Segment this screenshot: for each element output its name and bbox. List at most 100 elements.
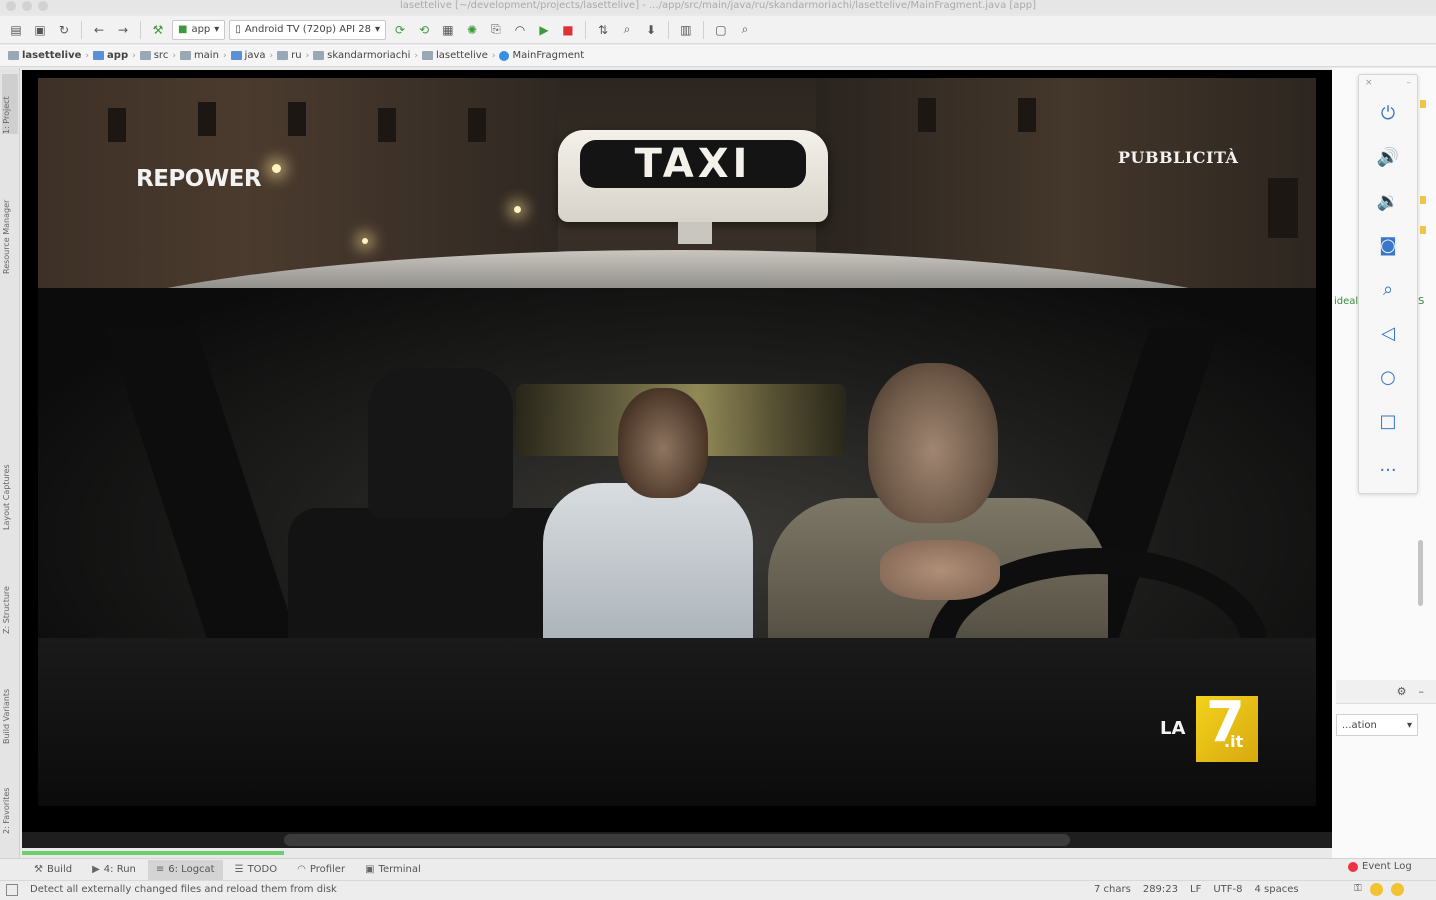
back-arrow-icon[interactable]: ← <box>89 20 109 40</box>
emulator-screen[interactable]: TAXI REPOWER PUBBLICITÀ LA 7 .it <box>22 70 1332 855</box>
window-controls[interactable] <box>6 1 48 11</box>
toolbar-divider <box>702 20 704 39</box>
tab-logcat[interactable]: ≡ 6: Logcat <box>147 859 223 880</box>
line-separator[interactable]: LF <box>1190 884 1201 895</box>
tab-layout-captures[interactable]: Layout Captures <box>2 430 18 530</box>
sdk-manager-icon[interactable]: ⬇ <box>641 20 661 40</box>
indent-setting[interactable]: 4 spaces <box>1255 884 1299 895</box>
breadcrumb-item[interactable]: lasettelive <box>421 50 488 61</box>
tab-profiler[interactable]: ◠ Profiler <box>289 860 353 880</box>
coverage-icon[interactable]: ▦ <box>438 20 458 40</box>
debug-icon[interactable]: ✺ <box>462 20 482 40</box>
tab-build-label: Build <box>46 864 73 875</box>
run-configuration-combo[interactable]: ...ation ▾ <box>1336 714 1418 736</box>
caret-position[interactable]: 289:23 <box>1143 884 1178 895</box>
profile-icon[interactable]: ◠ <box>510 20 530 40</box>
tab-profiler-label: Profiler <box>309 864 346 875</box>
emulator-scrollbar[interactable] <box>22 832 1332 848</box>
tab-build[interactable]: ⚒ Build <box>26 860 80 880</box>
zoom-window-button[interactable] <box>38 1 48 11</box>
attach-debugger-icon[interactable]: ⎘ <box>486 20 506 40</box>
breadcrumb-item[interactable]: skandarmoriachi <box>313 50 410 61</box>
hammer-icon: ⚒ <box>34 864 43 875</box>
stop-icon[interactable]: ■ <box>558 20 578 40</box>
tool-windows-icon[interactable] <box>6 884 18 896</box>
minimize-icon[interactable]: – <box>1407 78 1412 88</box>
status-indicators: 7 chars 289:23 LF UTF-8 4 spaces <box>1094 884 1299 895</box>
tab-run[interactable]: ▶ 4: Run <box>84 860 144 880</box>
scrollbar-thumb[interactable] <box>284 834 1070 846</box>
code-fragment-2: S <box>1418 296 1425 307</box>
volume-down-button[interactable]: 🔉 <box>1359 179 1417 223</box>
search-icon[interactable]: ⌕ <box>735 20 755 40</box>
save-all-icon[interactable]: ▣ <box>30 20 50 40</box>
overview-button[interactable]: □ <box>1359 399 1417 443</box>
video-frame[interactable]: TAXI REPOWER PUBBLICITÀ LA 7 .it <box>38 78 1316 806</box>
module-selector[interactable]: ■ app ▾ <box>172 19 226 40</box>
tab-structure[interactable]: Z: Structure <box>2 558 18 634</box>
file-encoding[interactable]: UTF-8 <box>1213 884 1242 895</box>
volume-up-button[interactable]: 🔊 <box>1359 135 1417 179</box>
forward-arrow-icon[interactable]: → <box>113 20 133 40</box>
apply-code-changes-icon[interactable]: ⟲ <box>414 20 434 40</box>
build-hammer-icon[interactable]: ⚒ <box>148 20 168 40</box>
gear-icon[interactable]: ⚙ <box>1397 685 1407 698</box>
power-button[interactable]: ⏻ <box>1359 91 1417 135</box>
breadcrumb-item[interactable]: main <box>179 50 219 61</box>
breadcrumb-label: ru <box>291 50 302 61</box>
chevron-right-icon: › <box>85 50 90 61</box>
feedback-smile-icon[interactable] <box>1369 883 1383 896</box>
tab-build-variants[interactable]: Build Variants <box>2 658 18 744</box>
home-circle-icon: ○ <box>1380 366 1396 388</box>
breadcrumb-label: src <box>153 50 169 61</box>
tab-favorites[interactable]: 2: Favorites <box>2 768 18 834</box>
project-structure-icon[interactable]: ▢ <box>711 20 731 40</box>
lock-icon[interactable]: ⚿ <box>1354 883 1362 896</box>
device-selector-label: Android TV (720p) API 28 <box>244 24 371 35</box>
building-window <box>288 102 306 136</box>
breadcrumb-item[interactable]: ru <box>277 50 302 61</box>
todo-icon: ☰ <box>234 864 244 875</box>
more-button[interactable]: ... <box>1359 443 1417 487</box>
device-file-explorer-icon[interactable]: ▥ <box>676 20 696 40</box>
street-light <box>272 164 281 173</box>
close-window-button[interactable] <box>6 1 16 11</box>
avd-manager-icon[interactable]: ⌕ <box>617 20 637 40</box>
breadcrumb-item[interactable]: lasettelive <box>8 50 81 61</box>
breadcrumb-item[interactable]: app <box>93 50 128 61</box>
hide-panel-icon[interactable]: – <box>1419 685 1425 698</box>
driver-hand <box>880 540 1000 600</box>
sync-icon[interactable]: ↻ <box>54 20 74 40</box>
sync-gradle-icon[interactable]: ⇅ <box>593 20 613 40</box>
tab-todo[interactable]: ☰ TODO <box>227 860 286 880</box>
open-folder-icon[interactable]: ▤ <box>6 20 26 40</box>
chevron-down-icon: ▾ <box>1406 719 1412 731</box>
tab-todo-label: TODO <box>247 864 278 875</box>
event-log-button[interactable]: Event Log <box>1348 861 1412 872</box>
apply-changes-icon[interactable]: ⟳ <box>390 20 410 40</box>
breadcrumb-item[interactable]: MainFragment <box>499 50 584 61</box>
feedback-smile-icon[interactable] <box>1390 883 1404 896</box>
back-button[interactable]: ◁ <box>1359 311 1417 355</box>
minimize-window-button[interactable] <box>22 1 32 11</box>
screenshot-button[interactable]: ◙ <box>1359 223 1417 267</box>
tab-terminal[interactable]: ▣ Terminal <box>357 860 429 880</box>
home-button[interactable]: ○ <box>1359 355 1417 399</box>
camera-icon: ◙ <box>1379 234 1397 256</box>
zoom-button[interactable]: ⌕ <box>1359 267 1417 311</box>
tab-terminal-label: Terminal <box>378 864 421 875</box>
breadcrumb-item[interactable]: java <box>230 50 266 61</box>
channel-logo-prefix: LA <box>1160 718 1186 739</box>
breadcrumb-label: lasettelive <box>435 50 488 61</box>
run-icon[interactable]: ▶ <box>534 20 554 40</box>
breadcrumb-item[interactable]: src <box>139 50 169 61</box>
status-bar: Detect all externally changed files and … <box>0 880 1436 900</box>
close-icon[interactable]: × <box>1365 78 1373 88</box>
editor-scrollbar[interactable] <box>1418 540 1423 606</box>
run-icon: ▶ <box>92 864 100 875</box>
street-light <box>362 238 368 244</box>
device-selector[interactable]: ▯ Android TV (720p) API 28 ▾ <box>229 19 386 40</box>
building-window <box>918 98 936 132</box>
tab-project[interactable]: 1: Project <box>2 74 18 134</box>
tab-resource-manager[interactable]: Resource Manager <box>2 164 18 274</box>
